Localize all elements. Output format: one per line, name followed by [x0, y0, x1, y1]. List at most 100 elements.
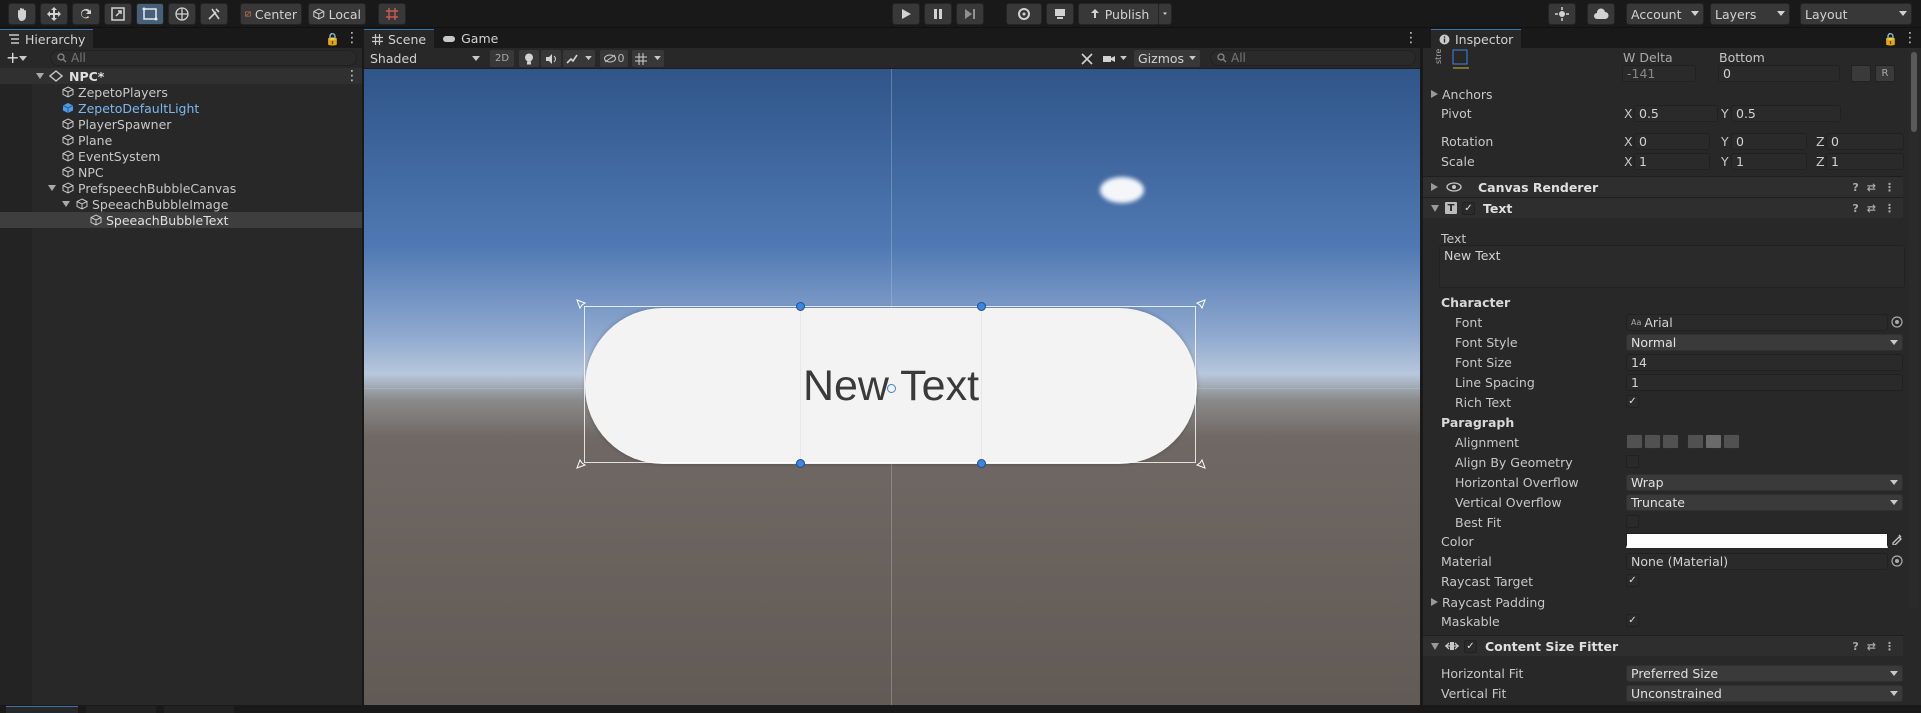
align-center-button[interactable] [1644, 434, 1661, 449]
help-icon[interactable]: ? [1852, 181, 1858, 194]
rect-handle-bottom-left[interactable] [796, 459, 805, 468]
audio-toggle[interactable] [541, 50, 561, 67]
tab-inspector[interactable]: Inspector [1431, 29, 1522, 48]
hierarchy-item-selected[interactable]: SpeeachBubbleText [0, 212, 362, 228]
grid-snap-button[interactable] [378, 3, 406, 25]
raw-edit-button[interactable]: R [1875, 65, 1895, 82]
align-by-geometry-checkbox[interactable] [1626, 455, 1639, 468]
hierarchy-item[interactable]: PlayerSpawner [0, 116, 362, 132]
pivot-y-field[interactable]: 0.5 [1731, 105, 1841, 122]
grid-dropdown[interactable] [632, 50, 664, 67]
gizmos-dropdown[interactable]: Gizmos [1134, 50, 1200, 67]
rich-text-checkbox[interactable]: ✓ [1626, 395, 1639, 408]
help-icon[interactable]: ? [1852, 640, 1858, 653]
content-size-fitter-header[interactable]: ✓ Content Size Fitter ? ⇄ ⋮ [1423, 635, 1903, 656]
rotation-y-field[interactable]: 0 [1731, 133, 1807, 150]
scene-search-input[interactable]: All [1210, 50, 1416, 66]
kebab-menu-icon[interactable]: ⋮ [1404, 30, 1418, 46]
maskable-checkbox[interactable]: ✓ [1626, 614, 1639, 627]
align-top-button[interactable] [1687, 434, 1704, 449]
font-field[interactable]: Aa Arial [1626, 314, 1888, 331]
kebab-menu-icon[interactable]: ⋮ [1884, 202, 1895, 215]
layers-dropdown[interactable]: Layers [1710, 3, 1790, 25]
anchor-bottom-right-icon[interactable] [1194, 457, 1208, 471]
scene-visibility-toggle[interactable]: 0 [600, 50, 628, 67]
inspector-scrollbar[interactable] [1909, 48, 1919, 608]
rect-handle-top-right[interactable] [977, 302, 986, 311]
kebab-menu-icon[interactable]: ⋮ [1884, 640, 1895, 653]
bottom-field[interactable]: 0 [1718, 65, 1840, 82]
anchors-foldout[interactable]: Anchors [1423, 85, 1903, 103]
chevron-down-icon[interactable] [19, 56, 27, 62]
pause-button[interactable] [924, 3, 952, 25]
custom-tool-button[interactable] [200, 3, 228, 25]
expanded-arrow-icon[interactable] [62, 200, 70, 208]
font-size-field[interactable]: 14 [1626, 354, 1903, 371]
vertical-overflow-dropdown[interactable]: Truncate [1626, 494, 1903, 511]
cloud-button[interactable] [1587, 3, 1615, 25]
camera-dropdown[interactable] [1100, 50, 1130, 67]
kebab-menu-icon[interactable]: ⋮ [1884, 181, 1895, 194]
anchor-bottom-left-icon[interactable] [574, 457, 588, 471]
raycast-padding-foldout[interactable]: Raycast Padding [1423, 593, 1903, 611]
expanded-arrow-icon[interactable] [48, 184, 56, 192]
canvas-renderer-header[interactable]: Canvas Renderer ? ⇄ ⋮ [1423, 176, 1903, 197]
horizontal-fit-dropdown[interactable]: Preferred Size [1626, 665, 1903, 682]
pivot-marker[interactable] [887, 384, 896, 393]
zepeto-device-button[interactable] [1046, 3, 1074, 25]
rotate-tool-button[interactable] [72, 3, 100, 25]
lock-icon[interactable]: 🔒 [1883, 32, 1898, 46]
tab-game[interactable]: Game [434, 29, 507, 48]
add-object-button[interactable]: + [6, 48, 19, 67]
scale-x-field[interactable]: 1 [1634, 153, 1710, 170]
text-content-area[interactable]: New Text [1439, 245, 1905, 288]
tab-project[interactable] [6, 706, 78, 713]
hierarchy-item[interactable]: SpeeachBubbleImage [0, 196, 362, 212]
layout-dropdown[interactable]: Layout [1800, 3, 1912, 25]
align-right-button[interactable] [1662, 434, 1679, 449]
anchor-preset-button[interactable]: stre [1433, 48, 1473, 72]
rect-handle-top-left[interactable] [796, 302, 805, 311]
tab-hierarchy[interactable]: Hierarchy [0, 29, 94, 48]
hierarchy-item[interactable]: PrefspeechBubbleCanvas [0, 180, 362, 196]
hierarchy-item[interactable]: NPC [0, 164, 362, 180]
kebab-menu-icon[interactable]: ⋮ [1903, 30, 1917, 46]
line-spacing-field[interactable]: 1 [1626, 374, 1903, 391]
hierarchy-item[interactable]: EventSystem [0, 148, 362, 164]
rotation-z-field[interactable]: 0 [1826, 133, 1904, 150]
hierarchy-search-input[interactable]: All [50, 50, 357, 66]
scale-tool-button[interactable] [104, 3, 132, 25]
tab-scene[interactable]: Scene [364, 29, 435, 48]
eyedropper-icon[interactable] [1891, 533, 1903, 545]
scale-z-field[interactable]: 1 [1826, 153, 1904, 170]
align-middle-button[interactable] [1705, 434, 1722, 449]
object-picker-icon[interactable] [1891, 316, 1903, 328]
tools-button[interactable] [1077, 50, 1097, 67]
horizontal-overflow-dropdown[interactable]: Wrap [1626, 474, 1903, 491]
shading-mode-dropdown[interactable]: Shaded [366, 50, 484, 67]
rotation-x-field[interactable]: 0 [1634, 133, 1710, 150]
font-style-dropdown[interactable]: Normal [1626, 334, 1903, 351]
rect-tool-button[interactable] [136, 3, 164, 25]
text-component-header[interactable]: T ✓ Text ? ⇄ ⋮ [1423, 197, 1903, 218]
object-picker-icon[interactable] [1891, 555, 1903, 567]
scale-y-field[interactable]: 1 [1731, 153, 1807, 170]
publish-dropdown-arrow[interactable] [1158, 3, 1172, 25]
anchor-top-right-icon[interactable] [1194, 297, 1208, 311]
lock-icon[interactable]: 🔒 [325, 32, 340, 46]
pivot-center-toggle[interactable]: Center [240, 3, 302, 25]
help-icon[interactable]: ? [1852, 202, 1858, 215]
pivot-rotation-toggle[interactable]: Local [308, 3, 366, 25]
lighting-toggle[interactable] [519, 50, 539, 67]
preset-icon[interactable]: ⇄ [1867, 202, 1876, 215]
content-size-fitter-enabled-checkbox[interactable]: ✓ [1464, 639, 1477, 653]
kebab-menu-icon[interactable]: ⋮ [345, 30, 359, 46]
2d-mode-toggle[interactable]: 2D [490, 50, 514, 67]
zepeto-refresh-button[interactable] [1006, 3, 1042, 25]
rect-handle-bottom-right[interactable] [977, 459, 986, 468]
move-tool-button[interactable] [40, 3, 68, 25]
blueprint-mode-button[interactable] [1851, 65, 1871, 82]
scrollbar-thumb[interactable] [1911, 52, 1917, 132]
w-delta-field[interactable]: -141 [1622, 65, 1696, 82]
tab-console[interactable] [86, 706, 156, 713]
